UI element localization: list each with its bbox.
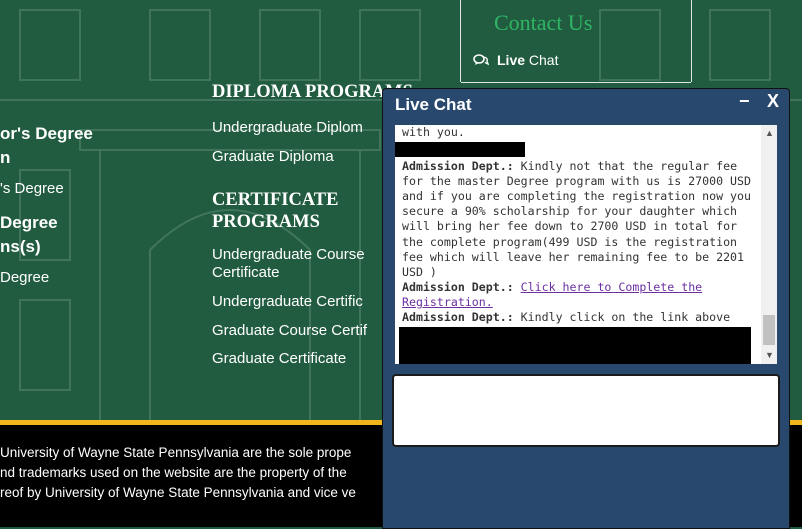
chat-message: Admission Dept.: Click here to Complete … (402, 280, 757, 310)
certificate-link-undergraduate-course[interactable]: Undergraduate Course (212, 246, 365, 263)
diploma-link-undergraduate[interactable]: Undergraduate Diplom (212, 119, 363, 136)
message-sender: Admission Dept.: (402, 279, 514, 294)
live-chat-label-bold: Live (497, 52, 526, 68)
degree-heading-1-line-2: n (0, 148, 11, 167)
degree-link-1[interactable]: 's Degree (0, 180, 64, 197)
redacted-name-block (395, 142, 525, 158)
transcript-scrollbar[interactable]: ▲ ▼ (761, 125, 777, 364)
transcript-messages: with you. Admission Dept.: Kindly not th… (395, 125, 757, 364)
scrollbar-thumb[interactable] (763, 315, 775, 345)
scroll-down-arrow-icon[interactable]: ▼ (765, 350, 774, 360)
chat-input-box[interactable] (392, 374, 780, 447)
footer-line-2: nd trademarks used on the website are th… (0, 465, 347, 480)
diploma-link-graduate[interactable]: Graduate Diploma (212, 148, 334, 165)
certificate-link-graduate[interactable]: Graduate Certificate (212, 350, 346, 367)
chat-window-title: Live Chat (395, 95, 472, 114)
degree-heading-1-line-1: or's Degree (0, 124, 93, 143)
certificate-link-graduate-course[interactable]: Graduate Course Certif (212, 322, 367, 339)
message-text: Kindly click on the link above (513, 310, 731, 325)
live-chat-link[interactable]: Live Chat (473, 52, 558, 68)
chat-message-input[interactable] (394, 376, 778, 445)
certificate-link-undergraduate-course-line-2[interactable]: Certificate (212, 264, 280, 281)
message-sender: Admission Dept.: (402, 310, 514, 325)
certificate-heading-line-1: CERTIFICATE (212, 190, 339, 210)
footer-line-1: University of Wayne State Pennsylvania a… (0, 445, 352, 460)
degree-heading-2-line-1: Degree (0, 213, 58, 232)
scroll-up-arrow-icon[interactable]: ▲ (765, 128, 774, 138)
minimize-button[interactable]: − (739, 91, 750, 112)
chat-bubbles-icon (473, 54, 489, 66)
contact-box-divider (461, 82, 691, 83)
chat-message: Admission Dept.: Kindly click on the lin… (402, 310, 757, 325)
live-chat-window: Live Chat − X with you. Admission Dept.:… (382, 88, 790, 529)
chat-message: Admission Dept.: Kindly not that the reg… (402, 159, 757, 280)
live-chat-label-rest: Chat (528, 52, 559, 68)
degree-link-2[interactable]: Degree (0, 269, 49, 286)
chat-transcript[interactable]: with you. Admission Dept.: Kindly not th… (395, 125, 777, 364)
certificate-heading-line-2: PROGRAMS (212, 212, 320, 232)
footer-line-3: reof by University of Wayne State Pennsy… (0, 485, 356, 500)
message-text: Kindly not that the regular fee for the … (402, 159, 752, 279)
contact-us-title: Contact Us (494, 10, 593, 35)
message-text: with you. (402, 125, 465, 139)
chat-message: with you. (402, 125, 757, 140)
certificate-link-undergraduate[interactable]: Undergraduate Certific (212, 293, 363, 310)
redacted-message-block (399, 327, 751, 364)
contact-us-box: Contact Us Live Chat (460, 0, 692, 83)
close-button[interactable]: X (767, 91, 779, 112)
message-sender: Admission Dept.: (402, 159, 514, 174)
degree-heading-2-line-2: ns(s) (0, 237, 41, 256)
